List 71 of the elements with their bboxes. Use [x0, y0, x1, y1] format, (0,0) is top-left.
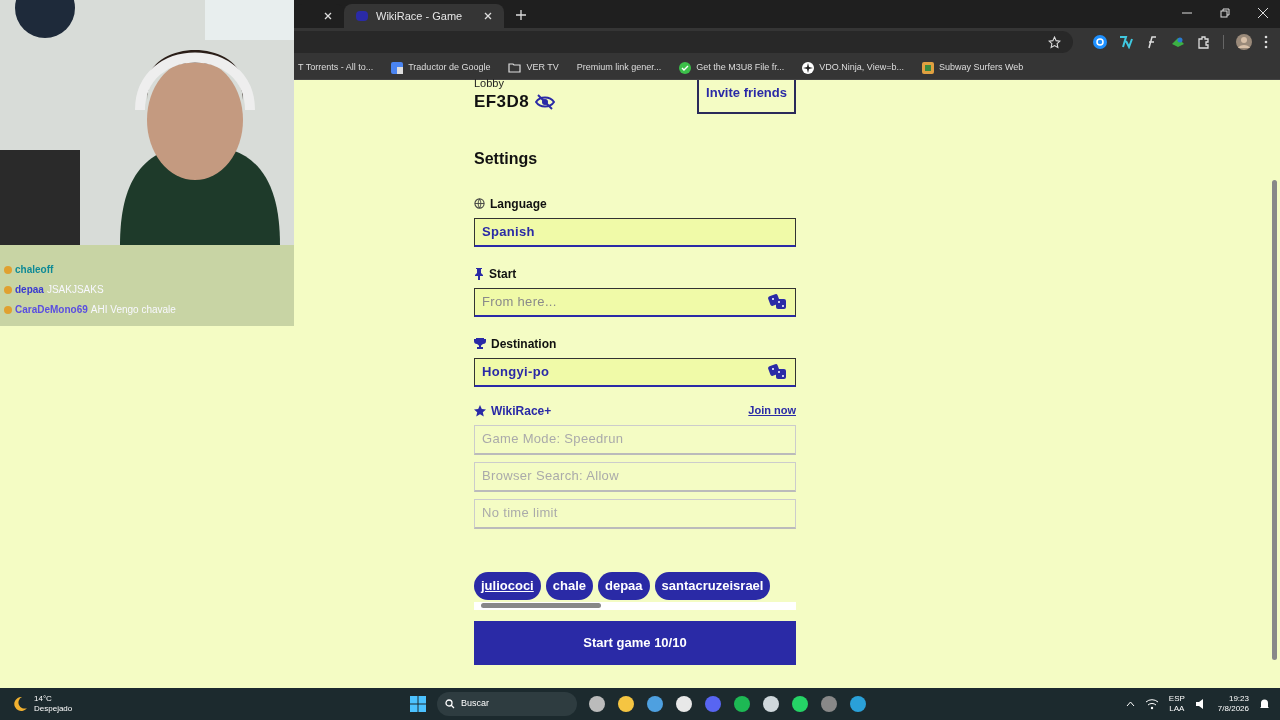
eye-off-icon[interactable] [535, 93, 556, 110]
bookmark-link[interactable]: VER TV [508, 60, 559, 75]
scrollbar-thumb[interactable] [1271, 180, 1277, 660]
star-icon [474, 404, 486, 417]
bookmark-link[interactable]: Subway Surfers Web [921, 60, 1024, 75]
globe-icon [474, 198, 485, 209]
puzzle-icon[interactable] [1197, 35, 1211, 49]
badge-icon [4, 265, 12, 274]
player-chip[interactable]: depaa [598, 571, 650, 600]
moon-icon[interactable] [12, 696, 28, 712]
invite-friends-button[interactable]: Invite friends [697, 80, 796, 114]
chat-username: CaraDeMono69 [15, 303, 88, 317]
clock-time[interactable]: 19:23 [1228, 694, 1249, 704]
field-label: WikiRace+ [491, 402, 552, 420]
check-icon [679, 61, 692, 74]
badge-icon [4, 285, 12, 294]
restore-icon[interactable] [1220, 8, 1230, 18]
scrollbar-thumb[interactable] [480, 603, 601, 608]
bookmark-link[interactable]: Premium link gener... [576, 60, 662, 75]
star-icon[interactable] [1048, 35, 1061, 49]
input-field[interactable]: Hongyi-po [474, 357, 796, 387]
player-chip[interactable]: santacruzeisrael [654, 571, 771, 600]
field-label: Start [489, 265, 517, 283]
badge-icon [4, 305, 12, 314]
trophy-icon [474, 338, 486, 349]
search-field[interactable]: Buscar [437, 692, 577, 716]
lobby-code: EF3D8 [474, 91, 530, 113]
bell-icon[interactable] [1259, 698, 1270, 710]
bookmark-link[interactable]: T Torrents - All to... [298, 60, 374, 75]
profile-avatar-icon[interactable] [1236, 34, 1252, 50]
bookmark-link[interactable]: Traductor de Google [391, 60, 491, 75]
settings-heading: Settings [474, 148, 539, 169]
star-icon [802, 61, 815, 74]
wifi-icon[interactable] [1144, 698, 1159, 710]
translate-icon [391, 61, 404, 74]
field-label: Destination [491, 335, 557, 353]
chat-username: depaa [15, 283, 44, 297]
clock-date[interactable]: 7/8/2026 [1217, 704, 1249, 714]
player-chip[interactable]: juliococi [474, 571, 541, 600]
weather-text: Despejado [34, 704, 73, 714]
menu-icon[interactable] [1264, 35, 1268, 49]
windows-icon[interactable] [410, 696, 426, 712]
temperature-text: 14°C [34, 694, 53, 704]
chat-username: chaleoff [15, 263, 54, 277]
pin-icon [474, 267, 484, 280]
tab-favicon-icon [356, 11, 368, 21]
browser-tab[interactable]: WikiRace - Game [344, 4, 504, 28]
dice-icon[interactable] [768, 293, 788, 310]
layout-text[interactable]: LAA [1169, 704, 1185, 714]
start-game-button[interactable]: Start game 10/10 [474, 620, 796, 665]
chevron-up-icon[interactable] [1125, 701, 1135, 707]
lobby-label: Lobby [474, 78, 505, 89]
player-chip[interactable]: chale [545, 571, 593, 600]
bookmark-link[interactable]: VDO.Ninja, View=b... [802, 60, 904, 75]
extension-icon[interactable] [1145, 35, 1159, 49]
close-icon[interactable] [324, 12, 332, 20]
extension-icon[interactable] [1093, 35, 1107, 49]
horizontal-scrollbar[interactable] [474, 601, 796, 610]
field-label: Language [490, 195, 547, 213]
language-text[interactable]: ESP [1168, 694, 1185, 704]
new-tab-icon[interactable] [516, 10, 526, 20]
close-icon[interactable] [484, 12, 492, 20]
search-icon [445, 699, 455, 709]
dice-icon[interactable] [768, 363, 788, 380]
join-now-link[interactable]: Join now [748, 402, 796, 419]
chat-message: AHI Vengo chavale [90, 303, 176, 317]
bookmark-link[interactable]: Get the M3U8 File fr... [679, 60, 785, 75]
input-field[interactable]: Spanish [474, 217, 796, 247]
chat-message: JSAKJSAKS [46, 283, 104, 297]
close-icon[interactable] [1258, 8, 1268, 18]
extension-icon[interactable] [1119, 35, 1133, 49]
